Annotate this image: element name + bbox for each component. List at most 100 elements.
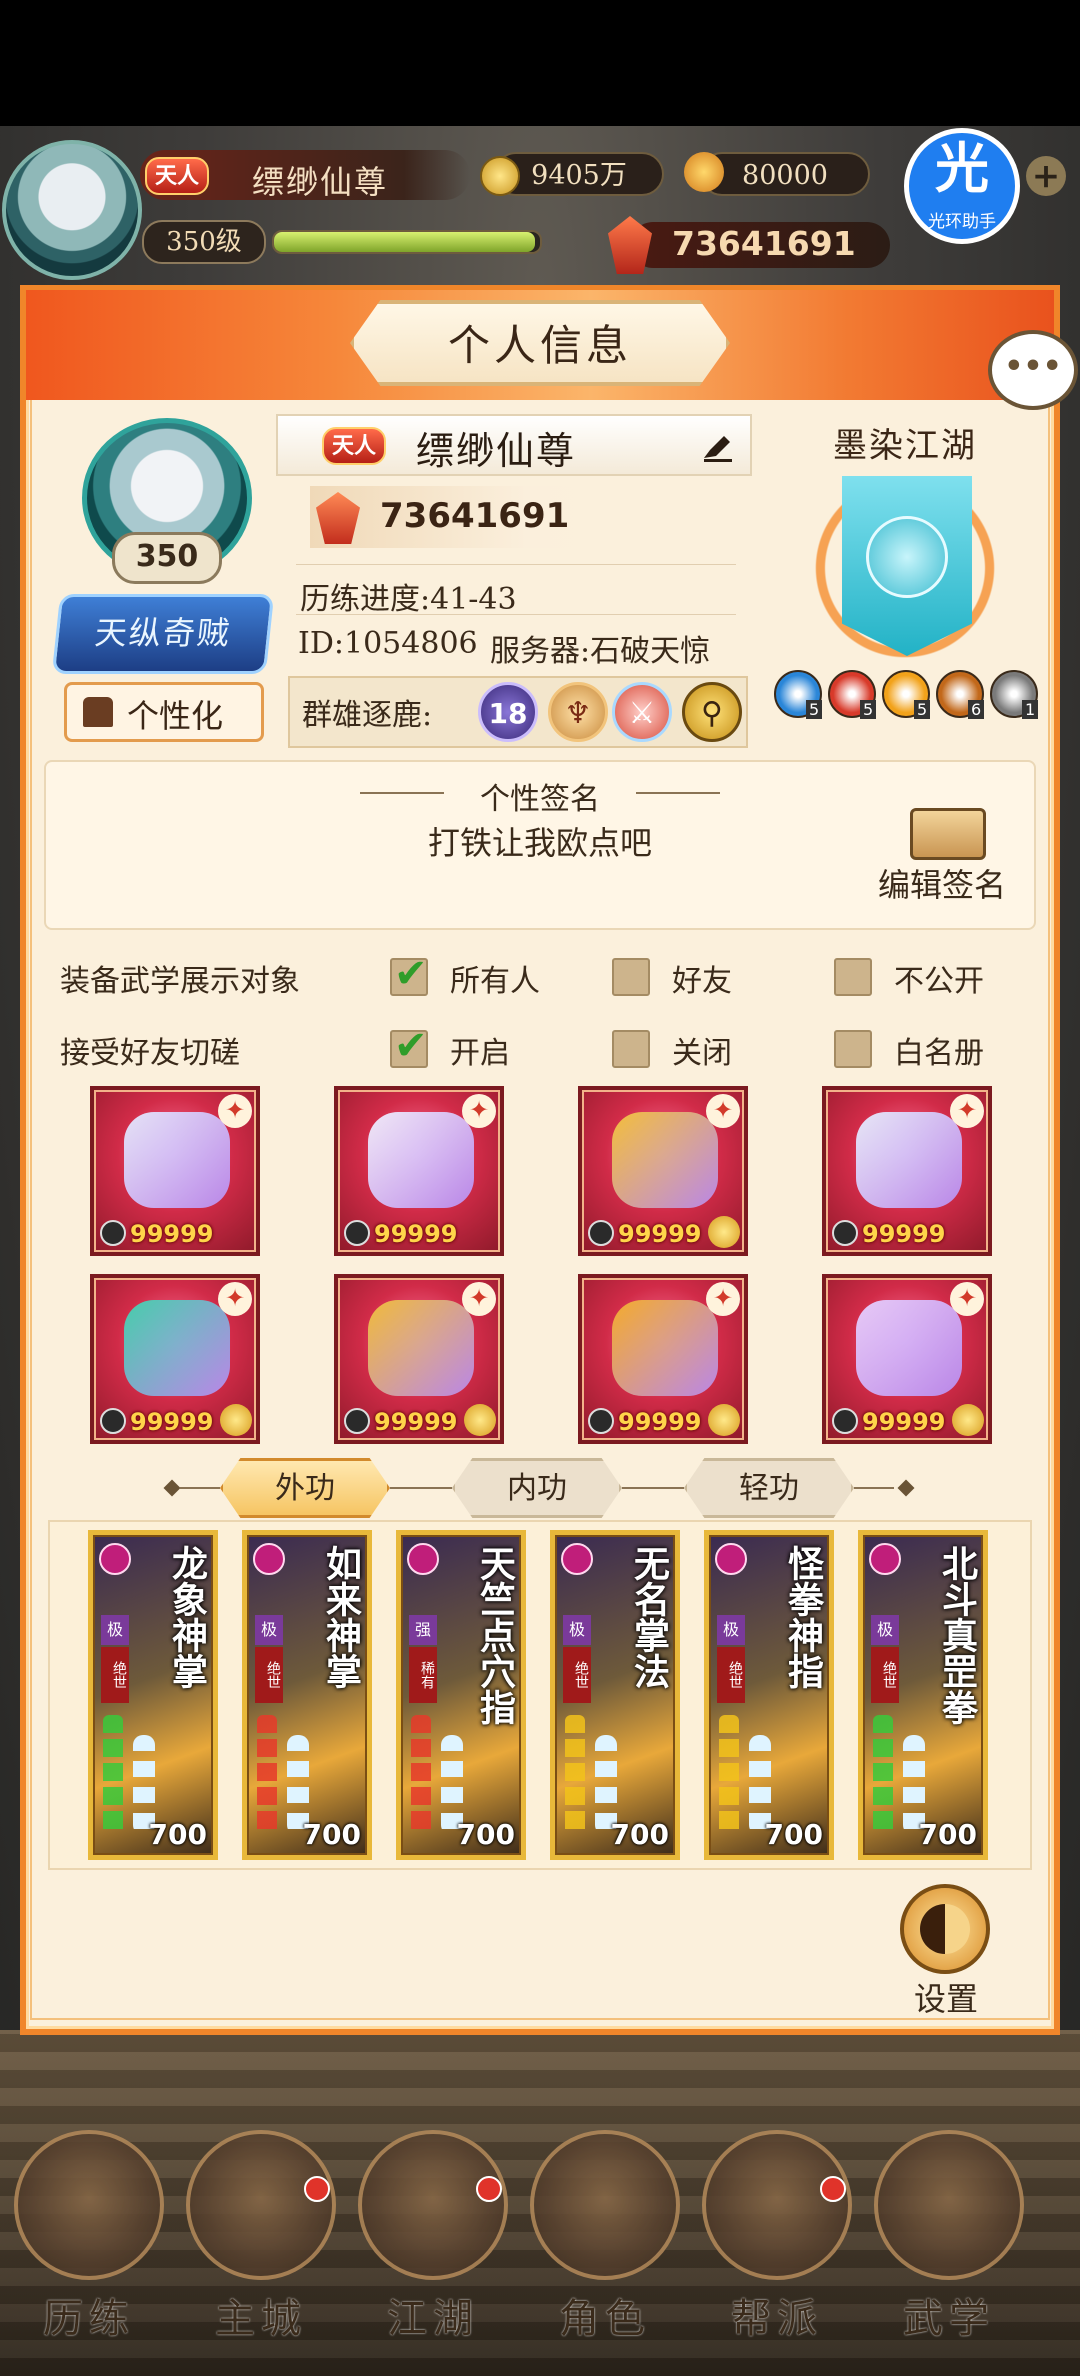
- star-icon: ✦: [706, 1282, 740, 1316]
- skill-power: 700: [918, 1818, 977, 1851]
- skill-tier: 极: [871, 1615, 899, 1645]
- player-avatar[interactable]: [2, 140, 142, 280]
- gauntlet-item[interactable]: ✦ 99999: [90, 1086, 260, 1256]
- checkbox[interactable]: [612, 958, 650, 996]
- skill-rank: 绝世: [101, 1647, 129, 1703]
- checkbox-label: 开启: [450, 1036, 510, 1071]
- nav-label[interactable]: 江湖: [358, 2286, 508, 2344]
- edit-name-icon[interactable]: [700, 428, 736, 464]
- skill-school-icon: [715, 1543, 747, 1575]
- skill-card[interactable]: 极绝世 无名掌法 700: [550, 1530, 680, 1860]
- signature-title: 个性签名: [480, 782, 600, 817]
- skill-name: 天竺点穴指: [474, 1545, 516, 1725]
- nav-label[interactable]: 帮派: [702, 2286, 852, 2344]
- lock-icon: [100, 1220, 126, 1246]
- profile-power: 73641691: [380, 496, 570, 536]
- nav-button-2[interactable]: [358, 2130, 508, 2280]
- tab-movement-skill[interactable]: 轻功: [684, 1458, 854, 1518]
- robe-item[interactable]: ✦ 99999: [334, 1086, 504, 1256]
- nav-button-3[interactable]: [530, 2130, 680, 2280]
- lock-icon: [588, 1220, 614, 1246]
- link-icon: [708, 1404, 740, 1436]
- item-quantity: 99999: [618, 1220, 702, 1248]
- checkmark-icon: ✔: [394, 1023, 428, 1069]
- divider: [854, 1487, 894, 1489]
- server-name: 服务器:石破天惊: [490, 634, 711, 669]
- necklace-item[interactable]: ✦ 99999: [90, 1274, 260, 1444]
- nav-button-1[interactable]: [186, 2130, 336, 2280]
- skill-power: 700: [456, 1818, 515, 1851]
- coin-icon: [480, 156, 520, 196]
- tab-external-skill[interactable]: 外功: [220, 1458, 390, 1518]
- skill-name: 龙象神掌: [166, 1545, 208, 1689]
- nav-label[interactable]: 历练: [14, 2286, 164, 2344]
- bracelet-icon: [856, 1300, 962, 1396]
- hairpin-item[interactable]: ✦ 99999: [334, 1274, 504, 1444]
- trident-icon[interactable]: ♆: [548, 682, 608, 742]
- item-quantity: 99999: [618, 1408, 702, 1436]
- checkbox[interactable]: [612, 1030, 650, 1068]
- checkbox[interactable]: ✔: [390, 952, 428, 996]
- link-icon: [464, 1404, 496, 1436]
- personalize-button[interactable]: 个性化: [64, 682, 264, 742]
- skill-card[interactable]: 极绝世 龙象神掌 700: [88, 1530, 218, 1860]
- skill-name: 怪拳神指: [782, 1545, 824, 1689]
- star-icon: ✦: [218, 1094, 252, 1128]
- skill-name: 如来神掌: [320, 1545, 362, 1689]
- skill-gems-icon: [257, 1715, 277, 1835]
- edit-signature-button[interactable]: 编辑签名: [878, 860, 1006, 906]
- lock-icon: [344, 1408, 370, 1434]
- tab-internal-skill[interactable]: 内功: [452, 1458, 622, 1518]
- skill-rank: 绝世: [563, 1647, 591, 1703]
- lock-icon: [832, 1408, 858, 1434]
- star-icon: ✦: [950, 1094, 984, 1128]
- add-currency-button[interactable]: +: [1026, 156, 1066, 196]
- nav-button-5[interactable]: [874, 2130, 1024, 2280]
- belt-item[interactable]: ✦ 99999: [578, 1086, 748, 1256]
- skill-card[interactable]: 强稀有 天竺点穴指 700: [396, 1530, 526, 1860]
- skill-school-icon: [561, 1543, 593, 1575]
- signature-text: 打铁让我欧点吧: [427, 824, 652, 862]
- bracelet-item[interactable]: ✦ 99999: [822, 1274, 992, 1444]
- skill-card[interactable]: 极绝世 如来神掌 700: [242, 1530, 372, 1860]
- assistant-button[interactable]: 光 光环助手: [904, 128, 1020, 244]
- boots-item[interactable]: ✦ 99999: [822, 1086, 992, 1256]
- checkbox[interactable]: [834, 1030, 872, 1068]
- assistant-logo: 光: [935, 137, 989, 200]
- nav-label[interactable]: 角色: [530, 2286, 680, 2344]
- search-icon[interactable]: ⚲: [682, 682, 742, 742]
- checkbox[interactable]: [834, 958, 872, 996]
- cloud-emblem-icon: [866, 516, 948, 598]
- title-badge: 天纵奇贼: [51, 594, 275, 674]
- crossed-swords-icon[interactable]: ⚔: [612, 682, 672, 742]
- lock-icon: [832, 1220, 858, 1246]
- setting-label: 装备武学展示对象: [60, 964, 300, 999]
- setting-label: 接受好友切磋: [60, 1036, 240, 1071]
- ring-item[interactable]: ✦ 99999: [578, 1274, 748, 1444]
- hairpin-icon: [368, 1300, 474, 1396]
- scroll-icon[interactable]: [910, 808, 986, 860]
- skill-card[interactable]: 极绝世 北斗真罡拳 700: [858, 1530, 988, 1860]
- checkbox-label: 所有人: [450, 964, 540, 999]
- skill-card[interactable]: 极绝世 怪拳神指 700: [704, 1530, 834, 1860]
- settings-label[interactable]: 设置: [904, 1974, 988, 2020]
- chat-bubble-icon[interactable]: •••: [988, 330, 1078, 410]
- divider: [622, 1487, 684, 1489]
- profile-name: 缥缈仙尊: [416, 429, 577, 473]
- nav-button-4[interactable]: [702, 2130, 852, 2280]
- ring-icon: [612, 1300, 718, 1396]
- item-quantity: 99999: [862, 1220, 946, 1248]
- nav-button-0[interactable]: [14, 2130, 164, 2280]
- item-quantity: 99999: [130, 1408, 214, 1436]
- skill-rank: 稀有: [409, 1647, 437, 1703]
- nav-label[interactable]: 武学: [874, 2286, 1024, 2344]
- exp-bar-fill: [274, 232, 535, 252]
- divider: [390, 1487, 452, 1489]
- skill-rank: 绝世: [871, 1647, 899, 1703]
- lock-icon: [588, 1408, 614, 1434]
- checkbox[interactable]: ✔: [390, 1024, 428, 1068]
- arena-rank-icon[interactable]: 18: [478, 682, 538, 742]
- nav-label[interactable]: 主城: [186, 2286, 336, 2344]
- skill-tier: 极: [101, 1615, 129, 1645]
- profile-rank-badge: 天人: [322, 427, 387, 465]
